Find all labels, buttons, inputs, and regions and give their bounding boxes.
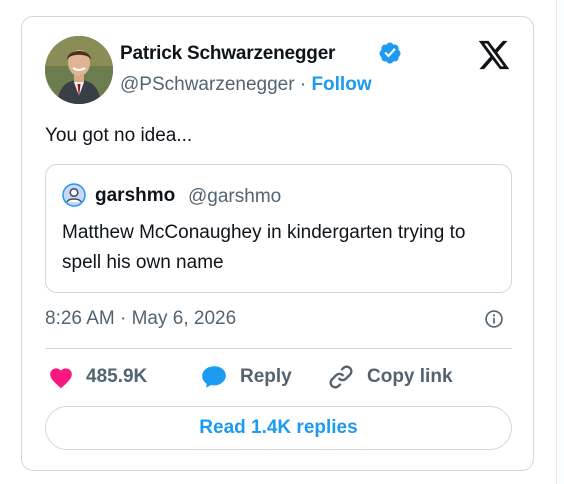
page-scrollbar-edge <box>556 0 564 484</box>
handle-separator: · <box>299 74 307 95</box>
author-avatar[interactable] <box>45 36 113 104</box>
copy-link-label: Copy link <box>367 366 453 387</box>
tweet-timestamp[interactable]: 8:26 AM · May 6, 2026 <box>45 308 236 330</box>
divider <box>45 348 512 349</box>
link-icon <box>329 365 353 389</box>
reply-button[interactable]: Reply <box>200 362 292 392</box>
heart-icon <box>50 368 72 389</box>
reply-bubble-icon <box>202 366 226 388</box>
author-name[interactable]: Patrick Schwarzenegger <box>120 43 335 65</box>
read-replies-button[interactable]: Read 1.4K replies <box>45 406 512 450</box>
follow-button[interactable]: Follow <box>311 74 371 95</box>
copy-link-button[interactable]: Copy link <box>327 362 453 392</box>
info-icon[interactable] <box>484 309 504 329</box>
author-handle[interactable]: @PSchwarzenegger <box>120 74 295 95</box>
default-avatar-icon <box>62 183 86 207</box>
verified-badge-icon <box>379 42 401 64</box>
reply-label: Reply <box>240 366 292 387</box>
quoted-tweet-text: Matthew McConaughey in kindergarten tryi… <box>62 222 466 273</box>
quoted-author-name[interactable]: garshmo <box>95 185 175 207</box>
like-button[interactable]: 485.9K <box>48 362 147 392</box>
quoted-author-handle[interactable]: @garshmo <box>188 186 281 208</box>
author-handle-line: @PSchwarzenegger · Follow <box>120 74 372 96</box>
like-count: 485.9K <box>86 366 148 387</box>
tweet-card[interactable]: Patrick Schwarzenegger @PSchwarzenegger … <box>21 16 534 471</box>
tweet-text: You got no idea... <box>45 125 193 146</box>
quoted-tweet[interactable]: garshmo @garshmo Matthew McConaughey in … <box>45 164 512 293</box>
x-logo-icon[interactable] <box>477 39 511 71</box>
